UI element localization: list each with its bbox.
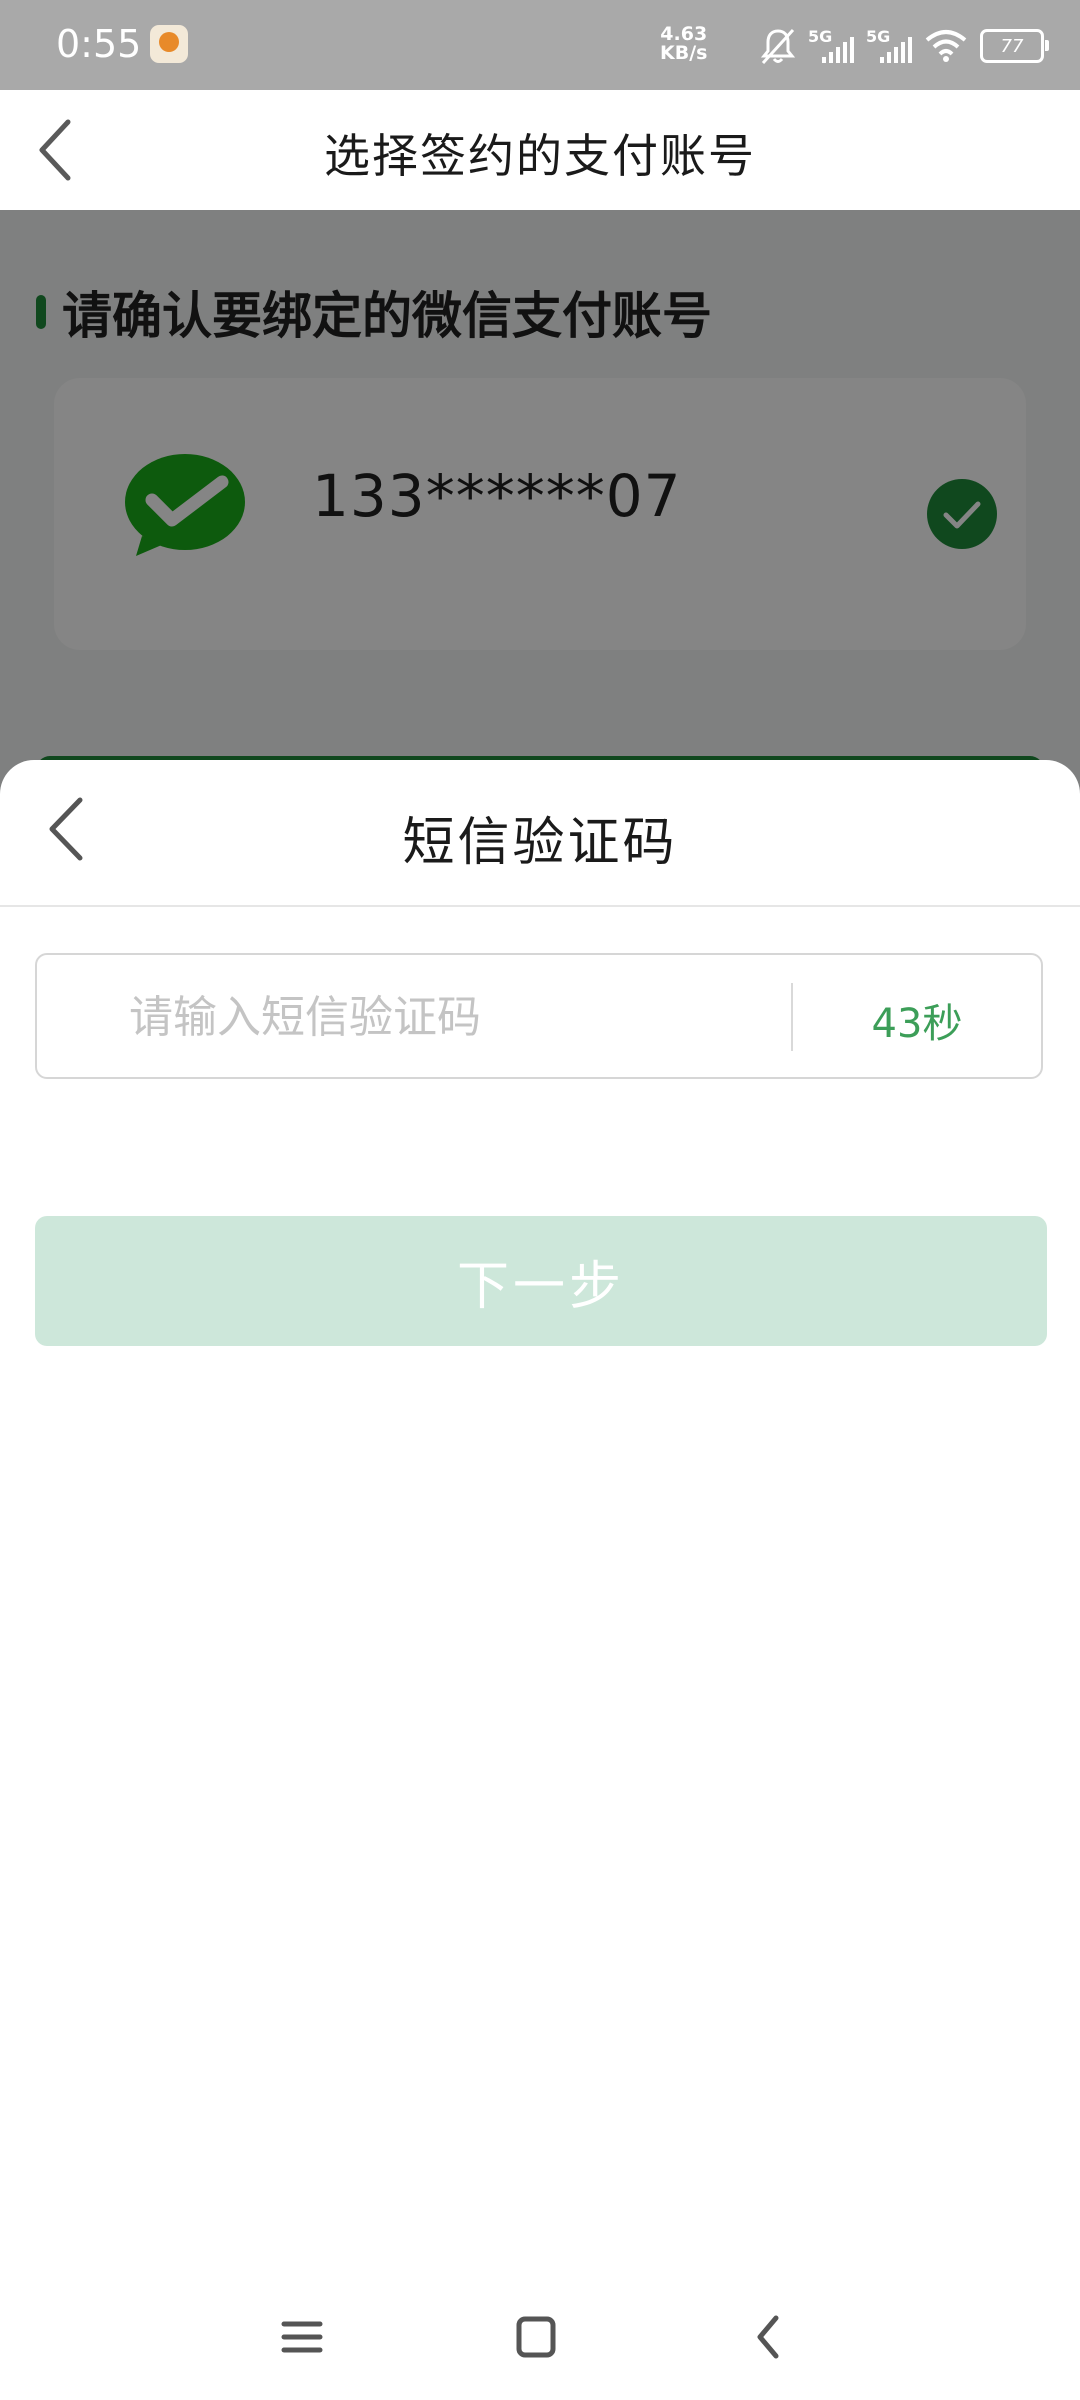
page-header: 选择签约的支付账号 [0,90,1080,210]
wifi-icon [925,30,967,62]
home-square-icon[interactable] [506,2312,566,2362]
battery-level: 77 [1000,35,1024,57]
sms-verification-sheet: 短信验证码 43秒 下一步 [0,760,1080,2400]
status-time: 0:55 [56,22,142,66]
system-nav-bar [0,2290,1080,2380]
signal-icon: 5G [808,27,854,65]
network-speed-unit: KB/s [660,42,708,64]
sms-code-input[interactable] [127,981,771,1053]
network-speed: 4.63 KB/s [660,25,707,63]
next-step-button[interactable]: 下一步 [35,1216,1047,1346]
back-chevron-icon[interactable] [740,2312,800,2362]
sms-code-field: 43秒 [35,953,1043,1079]
resend-countdown: 43秒 [871,1001,963,1047]
status-bar: 0:55 4.63 KB/s 5G 5G 77 [0,0,1080,90]
mute-bell-icon [760,28,796,65]
status-icons: 5G 5G 77 [760,24,1049,68]
sheet-title: 短信验证码 [402,813,678,873]
menu-icon[interactable] [272,2312,332,2362]
page-title: 选择签约的支付账号 [324,129,756,183]
battery-icon: 77 [980,29,1049,63]
signal-icon: 5G [866,27,912,65]
app-notification-icon [150,25,188,63]
divider [0,905,1080,907]
